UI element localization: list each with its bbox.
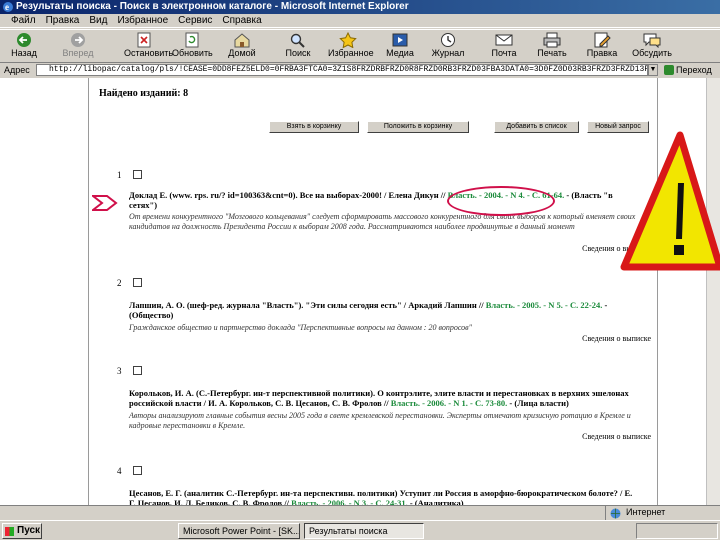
record-citation: Доклад Е. (www. rps. ru/? id=100363&cnt=…	[129, 190, 613, 210]
stop-button[interactable]: Остановить	[124, 32, 173, 62]
record-source-link[interactable]: Власть. - 2005. - N 5. - С. 22-24.	[486, 300, 603, 310]
screen: e Результаты поиска - Поиск в электронно…	[0, 0, 720, 540]
zone-label: Интернет	[626, 507, 666, 517]
menu-bar: Файл Правка Вид Избранное Сервис Справка	[0, 14, 720, 28]
go-button[interactable]: Переход	[662, 63, 720, 77]
back-arrow-icon	[17, 33, 31, 47]
address-input[interactable]: http://libopac/catalog/pls/!CEASE=0DD8FE…	[36, 64, 648, 76]
print-icon	[543, 32, 561, 48]
record-number: 2	[117, 278, 122, 288]
go-arrow-icon	[664, 65, 674, 75]
history-button[interactable]: Журнал	[428, 32, 468, 62]
menu-edit[interactable]: Правка	[41, 14, 85, 27]
security-zone: Интернет	[605, 506, 720, 520]
record-details-link[interactable]: Сведения о выписке	[582, 432, 651, 441]
media-icon	[392, 33, 408, 47]
record-checkbox[interactable]	[133, 278, 142, 287]
history-icon	[441, 33, 455, 47]
address-bar: Адрес http://libopac/catalog/pls/!CEASE=…	[0, 63, 720, 77]
home-icon	[234, 33, 250, 48]
record-number: 1	[117, 170, 122, 180]
edit-icon	[594, 32, 611, 48]
refresh-button[interactable]: Обновить	[172, 32, 213, 62]
favorites-icon	[339, 32, 357, 48]
address-label: Адрес	[4, 65, 30, 75]
back-button[interactable]: Назад	[4, 32, 44, 62]
mail-icon	[495, 34, 513, 46]
record-annotation: Авторы анализируют главные события весны…	[129, 411, 631, 430]
chevron-down-icon: ▼	[649, 66, 657, 73]
discuss-button[interactable]: Обсудить	[632, 32, 672, 62]
stop-icon	[137, 32, 151, 48]
toolbar: Назад Вперед Остановить Обновить Домой П…	[0, 29, 720, 63]
search-icon	[290, 33, 305, 48]
record-checkbox[interactable]	[133, 170, 142, 179]
search-button[interactable]: Поиск	[278, 32, 318, 62]
media-button[interactable]: Медиа	[380, 32, 420, 62]
search-results-document: Найдено изданий: 8 Взять в корзинку Поло…	[88, 78, 658, 518]
address-dropdown-button[interactable]: ▼	[648, 64, 658, 76]
taskbar: Пуск Microsoft Power Point - [SK... Резу…	[0, 520, 720, 540]
discuss-icon	[643, 33, 661, 48]
red-pointer-arrow	[92, 195, 118, 211]
internet-zone-icon	[610, 508, 621, 519]
taskbar-item-powerpoint[interactable]: Microsoft Power Point - [SK...	[178, 523, 300, 539]
record-details-link[interactable]: Сведения о выписке	[582, 334, 651, 343]
results-count: Найдено изданий: 8	[99, 88, 189, 99]
menu-file[interactable]: Файл	[6, 14, 41, 27]
record-checkbox[interactable]	[133, 366, 142, 375]
window-title-bar: e Результаты поиска - Поиск в электронно…	[0, 0, 720, 14]
go-label: Переход	[676, 65, 712, 75]
menu-help[interactable]: Справка	[217, 14, 266, 27]
forward-arrow-icon	[71, 33, 85, 47]
favorites-button[interactable]: Избранное	[328, 32, 374, 62]
record-annotation: От времени конкурентного "Мозгового коль…	[129, 212, 636, 231]
status-bar: Интернет	[0, 505, 720, 520]
window-title: Результаты поиска - Поиск в электронном …	[16, 1, 409, 12]
edit-button[interactable]: Правка	[582, 32, 622, 62]
content-viewport: Найдено изданий: 8 Взять в корзинку Поло…	[0, 78, 720, 518]
system-tray	[636, 523, 718, 539]
record-number: 4	[117, 466, 122, 476]
take-to-basket-button[interactable]: Взять в корзинку	[269, 121, 359, 133]
home-button[interactable]: Домой	[222, 32, 262, 62]
windows-logo-icon	[5, 527, 14, 536]
highlight-ellipse	[447, 186, 555, 216]
start-button[interactable]: Пуск	[2, 523, 42, 539]
record-citation: Корольков, И. А. (С.-Петербург. ин-т пер…	[129, 388, 629, 408]
record-checkbox[interactable]	[133, 466, 142, 475]
menu-tools[interactable]: Сервис	[173, 14, 217, 27]
warning-triangle-icon	[620, 131, 720, 271]
taskbar-item-search-results[interactable]: Результаты поиска	[304, 523, 424, 539]
print-button[interactable]: Печать	[532, 32, 572, 62]
put-to-basket-button[interactable]: Положить в корзинку	[367, 121, 469, 133]
menu-view[interactable]: Вид	[84, 14, 112, 27]
record-source-link[interactable]: Власть. - 2006. - N 1. - С. 73-80.	[391, 398, 508, 408]
add-to-list-button[interactable]: Добавить в список	[494, 121, 579, 133]
refresh-icon	[185, 32, 199, 48]
internet-explorer-icon: e	[3, 2, 13, 12]
record-annotation: Гражданское общество и партнерство докла…	[129, 323, 473, 332]
record-number: 3	[117, 366, 122, 376]
record-citation: Лапшин, А. О. (шеф-ред. журнала "Власть"…	[129, 300, 608, 320]
mail-button[interactable]: Почта	[484, 32, 524, 62]
forward-button[interactable]: Вперед	[58, 32, 98, 62]
menu-favorites[interactable]: Избранное	[112, 14, 173, 27]
svg-text:e: e	[5, 2, 9, 12]
